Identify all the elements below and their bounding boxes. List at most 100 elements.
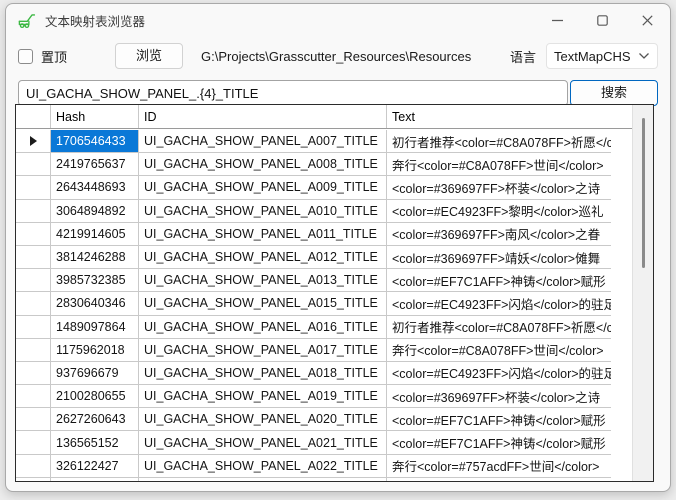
- row-text-cell[interactable]: 初行者推荐<color=#C8A078FF>祈愿</c...: [387, 316, 611, 339]
- table-row: 2100280655UI_GACHA_SHOW_PANEL_A019_TITLE…: [16, 385, 611, 408]
- row-id-cell[interactable]: [139, 478, 387, 481]
- row-id-cell[interactable]: UI_GACHA_SHOW_PANEL_A021_TITLE: [139, 431, 387, 454]
- row-hash-cell[interactable]: 326122427: [51, 455, 139, 478]
- row-selector-cell[interactable]: [16, 385, 51, 408]
- chevron-down-icon: [638, 52, 650, 60]
- table-row: 4219914605UI_GACHA_SHOW_PANEL_A011_TITLE…: [16, 223, 611, 246]
- row-id-cell[interactable]: UI_GACHA_SHOW_PANEL_A020_TITLE: [139, 408, 387, 431]
- browse-button[interactable]: 浏览: [115, 43, 183, 69]
- row-id-cell[interactable]: UI_GACHA_SHOW_PANEL_A010_TITLE: [139, 200, 387, 223]
- row-text-cell[interactable]: <color=#EC4923FF>闪焰</color>的驻足: [387, 292, 611, 315]
- row-hash-cell[interactable]: 2419765637: [51, 153, 139, 176]
- row-hash-cell[interactable]: 3985732385: [51, 269, 139, 292]
- table-row: 326122427UI_GACHA_SHOW_PANEL_A022_TITLE奔…: [16, 455, 611, 478]
- row-hash-cell[interactable]: 1706546433: [51, 130, 139, 153]
- row-selector-cell[interactable]: [16, 478, 51, 481]
- row-id-cell[interactable]: UI_GACHA_SHOW_PANEL_A019_TITLE: [139, 385, 387, 408]
- row-selector-cell[interactable]: [16, 339, 51, 362]
- header-row-selector: [16, 105, 51, 128]
- row-id-cell[interactable]: UI_GACHA_SHOW_PANEL_A009_TITLE: [139, 176, 387, 199]
- row-hash-cell[interactable]: [51, 478, 139, 481]
- row-text-cell[interactable]: <color=#369697FF>南风</color>之眷: [387, 223, 611, 246]
- maximize-icon[interactable]: [580, 4, 625, 36]
- row-selector-cell[interactable]: [16, 176, 51, 199]
- row-id-cell[interactable]: UI_GACHA_SHOW_PANEL_A008_TITLE: [139, 153, 387, 176]
- row-hash-cell[interactable]: 2627260643: [51, 408, 139, 431]
- titlebar: 文本映射表浏览器: [6, 4, 670, 36]
- row-text-cell[interactable]: <color=#EC4923FF>黎明</color>巡礼: [387, 200, 611, 223]
- grid-inner: Hash ID Text 1706546433UI_GACHA_SHOW_PAN…: [16, 105, 632, 481]
- row-hash-cell[interactable]: 4219914605: [51, 223, 139, 246]
- row-selector-cell[interactable]: [16, 269, 51, 292]
- pin-on-top-checkbox[interactable]: [18, 49, 33, 64]
- minimize-icon[interactable]: [535, 4, 580, 36]
- row-text-cell[interactable]: 初行者推荐<color=#C8A078FF>祈愿</c...: [387, 478, 611, 481]
- row-hash-cell[interactable]: 136565152: [51, 431, 139, 454]
- row-selector-cell[interactable]: [16, 153, 51, 176]
- row-id-cell[interactable]: UI_GACHA_SHOW_PANEL_A013_TITLE: [139, 269, 387, 292]
- row-id-cell[interactable]: UI_GACHA_SHOW_PANEL_A007_TITLE: [139, 130, 387, 153]
- row-selector-cell[interactable]: [16, 431, 51, 454]
- row-id-cell[interactable]: UI_GACHA_SHOW_PANEL_A016_TITLE: [139, 316, 387, 339]
- current-row-arrow-icon: [30, 136, 37, 146]
- table-row: 136565152UI_GACHA_SHOW_PANEL_A021_TITLE<…: [16, 431, 611, 454]
- row-hash-cell[interactable]: 1175962018: [51, 339, 139, 362]
- textmap-grid: Hash ID Text 1706546433UI_GACHA_SHOW_PAN…: [15, 104, 654, 482]
- window-title: 文本映射表浏览器: [45, 11, 145, 30]
- search-row: 搜索: [6, 80, 670, 106]
- language-select[interactable]: TextMapCHS: [546, 43, 658, 69]
- row-hash-cell[interactable]: 2643448693: [51, 176, 139, 199]
- row-hash-cell[interactable]: 2830640346: [51, 292, 139, 315]
- row-text-cell[interactable]: <color=#369697FF>靖妖</color>傩舞: [387, 246, 611, 269]
- row-text-cell[interactable]: <color=#EF7C1AFF>神铸</color>赋形: [387, 269, 611, 292]
- row-id-cell[interactable]: UI_GACHA_SHOW_PANEL_A011_TITLE: [139, 223, 387, 246]
- vertical-scrollbar[interactable]: [632, 105, 653, 481]
- row-selector-cell[interactable]: [16, 292, 51, 315]
- row-id-cell[interactable]: UI_GACHA_SHOW_PANEL_A022_TITLE: [139, 455, 387, 478]
- row-hash-cell[interactable]: 3814246288: [51, 246, 139, 269]
- row-selector-cell[interactable]: [16, 200, 51, 223]
- row-id-cell[interactable]: UI_GACHA_SHOW_PANEL_A012_TITLE: [139, 246, 387, 269]
- header-hash[interactable]: Hash: [51, 105, 139, 128]
- row-text-cell[interactable]: 奔行<color=#757acdFF>世间</color>: [387, 455, 611, 478]
- table-row: 937696679UI_GACHA_SHOW_PANEL_A018_TITLE<…: [16, 362, 611, 385]
- table-row: 3814246288UI_GACHA_SHOW_PANEL_A012_TITLE…: [16, 246, 611, 269]
- row-text-cell[interactable]: 奔行<color=#C8A078FF>世间</color>: [387, 339, 611, 362]
- row-selector-cell[interactable]: [16, 130, 51, 153]
- row-hash-cell[interactable]: 3064894892: [51, 200, 139, 223]
- close-icon[interactable]: [625, 4, 670, 36]
- scrollbar-thumb[interactable]: [642, 118, 645, 268]
- row-text-cell[interactable]: <color=#EF7C1AFF>神铸</color>赋形: [387, 408, 611, 431]
- row-hash-cell[interactable]: 1489097864: [51, 316, 139, 339]
- table-row: 1175962018UI_GACHA_SHOW_PANEL_A017_TITLE…: [16, 339, 611, 362]
- row-selector-cell[interactable]: [16, 362, 51, 385]
- search-button[interactable]: 搜索: [570, 80, 658, 106]
- search-input[interactable]: [18, 80, 568, 106]
- language-label: 语言: [510, 47, 536, 66]
- row-text-cell[interactable]: <color=#EC4923FF>闪焰</color>的驻足: [387, 362, 611, 385]
- table-row: 2419765637UI_GACHA_SHOW_PANEL_A008_TITLE…: [16, 153, 611, 176]
- table-row: 1706546433UI_GACHA_SHOW_PANEL_A007_TITLE…: [16, 130, 611, 153]
- row-text-cell[interactable]: 奔行<color=#C8A078FF>世间</color>: [387, 153, 611, 176]
- row-selector-cell[interactable]: [16, 246, 51, 269]
- row-selector-cell[interactable]: [16, 408, 51, 431]
- row-selector-cell[interactable]: [16, 223, 51, 246]
- row-selector-cell[interactable]: [16, 455, 51, 478]
- row-hash-cell[interactable]: 2100280655: [51, 385, 139, 408]
- row-hash-cell[interactable]: 937696679: [51, 362, 139, 385]
- row-selector-cell[interactable]: [16, 316, 51, 339]
- row-id-cell[interactable]: UI_GACHA_SHOW_PANEL_A015_TITLE: [139, 292, 387, 315]
- row-text-cell[interactable]: 初行者推荐<color=#C8A078FF>祈愿</c...: [387, 130, 611, 153]
- window-controls: [535, 4, 670, 36]
- resources-path: G:\Projects\Grasscutter_Resources\Resour…: [201, 49, 471, 64]
- row-id-cell[interactable]: UI_GACHA_SHOW_PANEL_A018_TITLE: [139, 362, 387, 385]
- row-text-cell[interactable]: <color=#369697FF>杯装</color>之诗: [387, 385, 611, 408]
- pin-on-top-label: 置顶: [41, 47, 67, 66]
- row-text-cell[interactable]: <color=#EF7C1AFF>神铸</color>赋形: [387, 431, 611, 454]
- app-window: 文本映射表浏览器 置顶 浏览 G:\Projects\Grasscutter_R…: [5, 3, 671, 492]
- row-text-cell[interactable]: <color=#369697FF>杯装</color>之诗: [387, 176, 611, 199]
- header-text[interactable]: Text: [387, 105, 632, 128]
- row-id-cell[interactable]: UI_GACHA_SHOW_PANEL_A017_TITLE: [139, 339, 387, 362]
- grid-body: 1706546433UI_GACHA_SHOW_PANEL_A007_TITLE…: [16, 130, 611, 481]
- header-id[interactable]: ID: [139, 105, 387, 128]
